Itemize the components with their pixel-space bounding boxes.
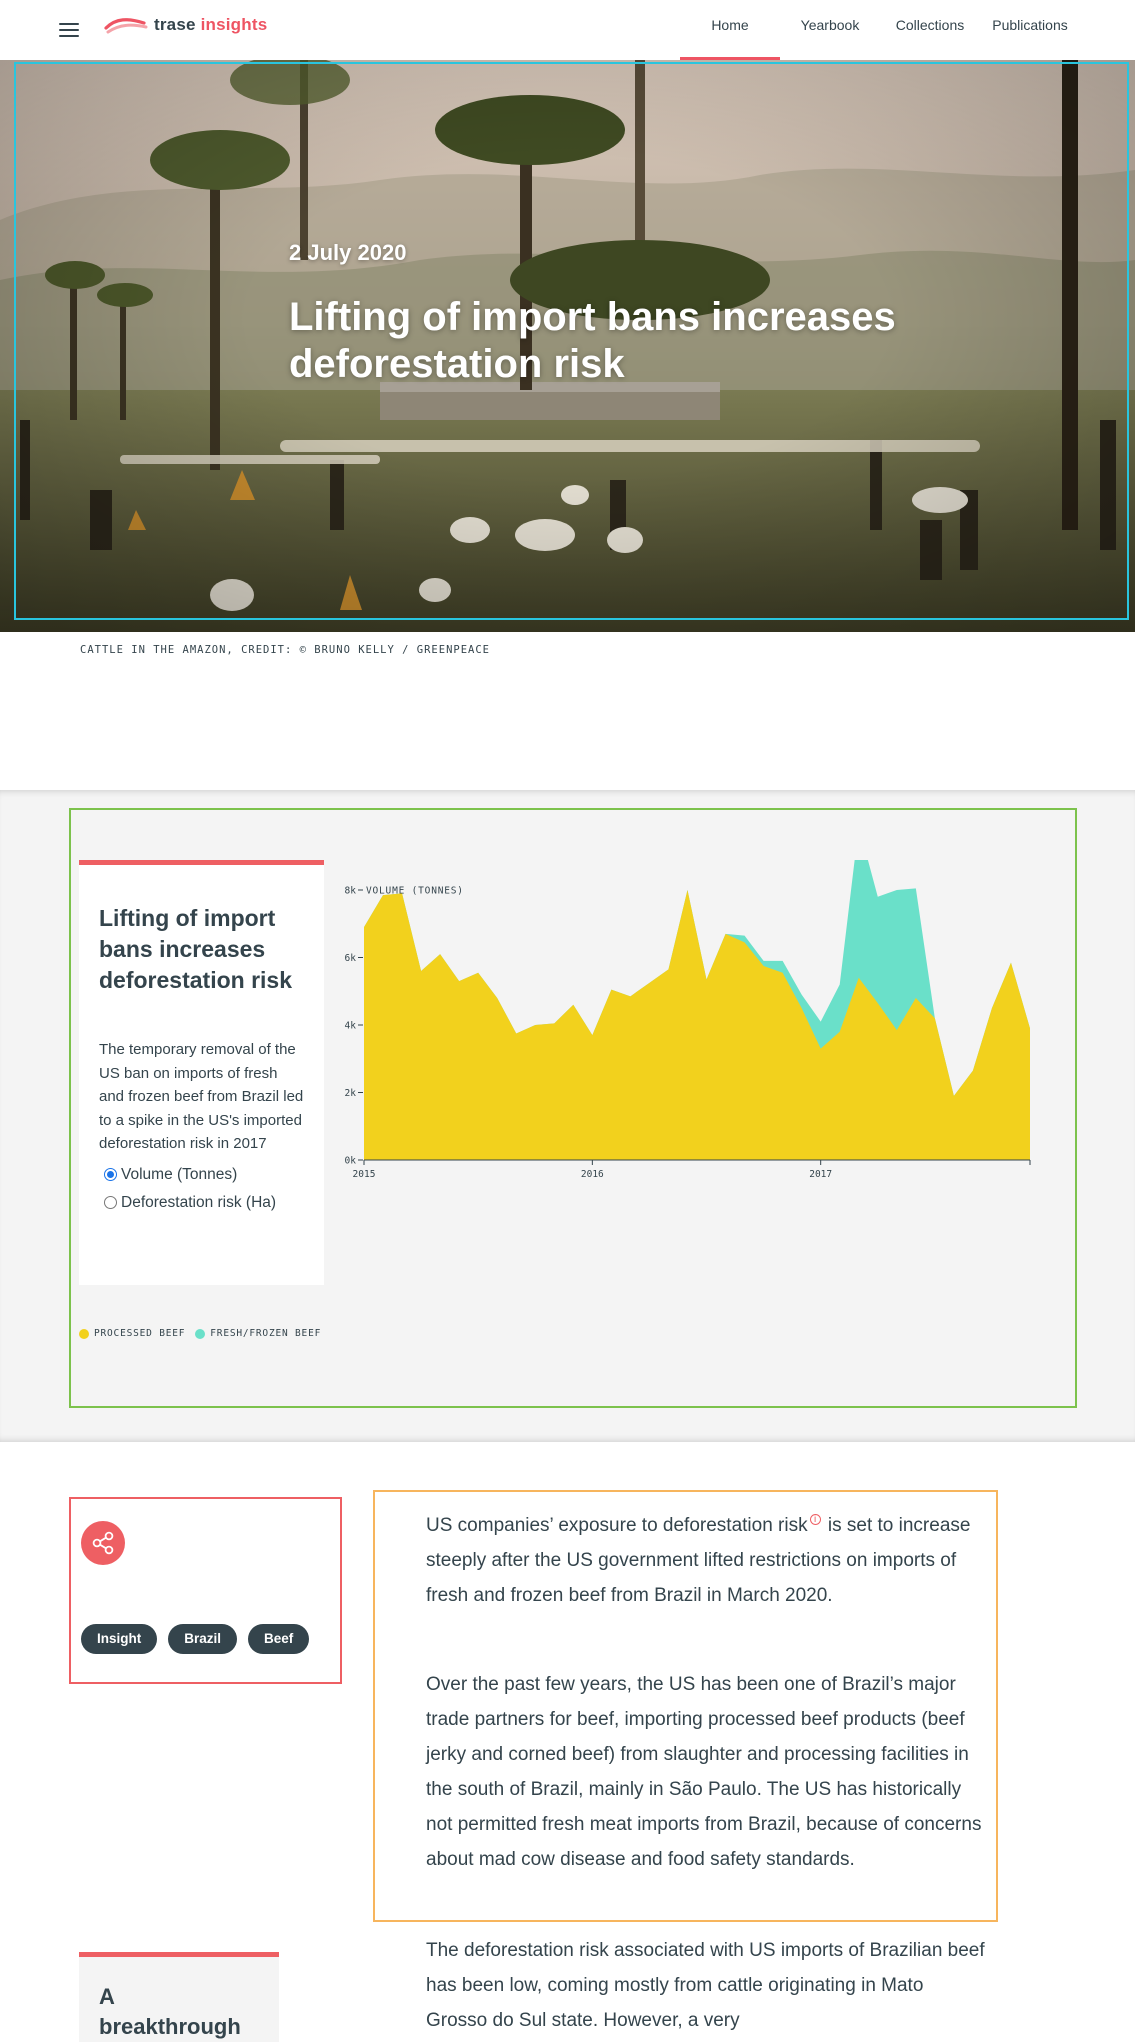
nav-link-publications[interactable]: Publications (980, 0, 1080, 60)
radio-deforestation-risk[interactable] (104, 1196, 117, 1209)
nav-link-home[interactable]: Home (680, 0, 780, 60)
volume-area-chart: 0k 2k 4k 6k 8k VOLUME (TONNES) 2015 2016 2017 (345, 860, 1031, 1180)
chart-card-title: Lifting of import bans increases defores… (99, 905, 292, 993)
photo-caption: CATTLE IN THE AMAZON, CREDIT: © BRUNO KE… (80, 644, 491, 656)
hero-banner: 2 July 2020 Lifting of import bans incre… (0, 60, 1135, 632)
related-article-card[interactable]: A breakthrough year (79, 1952, 279, 2042)
option-deforestation-risk[interactable]: Deforestation risk (Ha) (99, 1194, 304, 1212)
page-title: Lifting of import bans increases defores… (289, 295, 896, 386)
legend-item-fresh: FRESH/FROZEN BEEF (195, 1328, 321, 1339)
option-volume[interactable]: Volume (Tonnes) (99, 1166, 304, 1184)
trase-logo-mark-icon (104, 18, 148, 34)
y-tick-label-3: 6k (345, 953, 357, 964)
chart-section: Lifting of import bans increases defores… (0, 790, 1135, 1442)
article-date: 2 July 2020 (289, 240, 407, 265)
logo-text: trase insights (154, 15, 268, 34)
legend-label-fresh: FRESH/FROZEN BEEF (210, 1328, 322, 1339)
y-tick-label-1: 2k (345, 1088, 357, 1099)
y-tick-label-4: 8k (345, 886, 357, 897)
x-tick-label-2: 2017 (809, 1169, 832, 1180)
tag-list: Insight Brazil Beef (81, 1624, 320, 1654)
trase-insights-logo[interactable]: trase insights (104, 12, 267, 38)
share-button[interactable] (81, 1521, 125, 1565)
chart-card-description: The temporary removal of the US ban on i… (99, 1041, 304, 1152)
related-article-title: A breakthrough year (99, 1984, 241, 2039)
paragraph-1-start: US companies’ exposure to deforestation … (426, 1515, 808, 1536)
x-tick-label-0: 2015 (353, 1169, 376, 1180)
nav-link-collections[interactable]: Collections (880, 0, 980, 60)
option-deforestation-risk-label: Deforestation risk (Ha) (121, 1193, 277, 1211)
legend-dot-fresh (195, 1328, 206, 1339)
chart-info-card: Lifting of import bans increases defores… (79, 860, 324, 1285)
share-icon (92, 1531, 114, 1555)
radio-volume[interactable] (104, 1168, 117, 1181)
nav-link-yearbook[interactable]: Yearbook (780, 0, 880, 60)
y-axis-label: VOLUME (TONNES) (366, 886, 464, 897)
legend-label-processed: PROCESSED BEEF (94, 1328, 186, 1339)
article-paragraph-2: Over the past few years, the US has been… (426, 1674, 982, 1870)
y-tick-label-2: 4k (345, 1021, 357, 1032)
area-processed-beef (364, 890, 1030, 1160)
tag-insight[interactable]: Insight (81, 1624, 158, 1654)
option-volume-label: Volume (Tonnes) (121, 1165, 238, 1183)
article-paragraph-3: The deforestation risk associated with U… (426, 1940, 985, 2031)
article-paragraph-1: US companies’ exposure to deforestation … (426, 1508, 986, 1613)
x-tick-label-1: 2016 (581, 1169, 604, 1180)
y-tick-label-0: 0k (345, 1156, 357, 1167)
chart-legend: PROCESSED BEEF FRESH/FROZEN BEEF (79, 1328, 331, 1339)
tag-brazil[interactable]: Brazil (168, 1624, 238, 1654)
tag-beef[interactable]: Beef (248, 1624, 310, 1654)
footnote-info-icon[interactable]: i (809, 1514, 821, 1525)
legend-dot-processed (79, 1328, 89, 1339)
share-and-tags-panel: Insight Brazil Beef (69, 1497, 342, 1684)
hamburger-menu-icon[interactable] (56, 17, 82, 43)
top-navigation: trase insights Home Yearbook Collections… (0, 0, 1135, 60)
legend-item-processed: PROCESSED BEEF (79, 1328, 185, 1339)
